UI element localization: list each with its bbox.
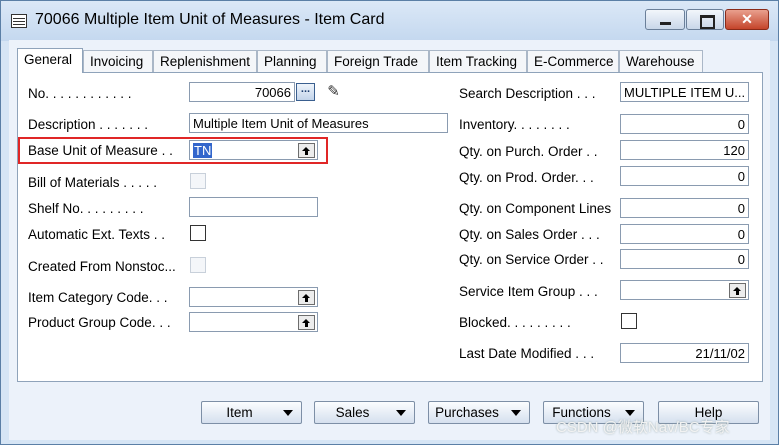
chevron-down-icon (283, 410, 293, 416)
description-label: Description . . . . . . . (28, 117, 149, 132)
purch-order-label: Qty. on Purch. Order . . (459, 144, 598, 159)
product-group-field[interactable] (189, 312, 318, 332)
item-button-label: Item (226, 405, 253, 420)
purch-order-field[interactable]: 120 (620, 140, 749, 160)
product-group-label: Product Group Code. . . (28, 315, 171, 330)
form-icon (11, 14, 27, 28)
purchases-menu-button[interactable]: Purchases (428, 401, 530, 424)
tab-e-commerce[interactable]: E-Commerce (527, 50, 619, 72)
tab-replenishment[interactable]: Replenishment (153, 50, 257, 72)
base-uom-label: Base Unit of Measure . . (28, 143, 173, 158)
service-item-group-label: Service Item Group . . . (459, 284, 598, 299)
prod-order-label: Qty. on Prod. Order. . . (459, 170, 594, 185)
blocked-checkbox[interactable] (621, 313, 637, 329)
tab-planning[interactable]: Planning (257, 50, 327, 72)
chevron-down-icon (396, 410, 406, 416)
auto-ext-checkbox[interactable] (190, 225, 206, 241)
search-description-label: Search Description . . . (459, 86, 596, 101)
component-lines-label: Qty. on Component Lines (459, 201, 612, 216)
item-category-field[interactable] (189, 287, 318, 307)
shelf-label: Shelf No. . . . . . . . . (28, 201, 144, 216)
created-from-label: Created From Nonstoc... (28, 259, 176, 274)
window-title: 70066 Multiple Item Unit of Measures - I… (35, 11, 385, 28)
lookup-arrow-icon[interactable] (298, 143, 315, 158)
tab-item-tracking[interactable]: Item Tracking (429, 50, 527, 72)
tab-general[interactable]: General (17, 48, 83, 73)
last-modified-field[interactable]: 21/11/02 (620, 343, 749, 363)
sales-order-field[interactable]: 0 (620, 224, 749, 244)
minimize-button[interactable] (645, 9, 685, 30)
sales-order-label: Qty. on Sales Order . . . (459, 227, 600, 242)
pencil-icon[interactable]: ✎ (324, 82, 343, 102)
component-lines-field[interactable]: 0 (620, 198, 749, 218)
auto-ext-label: Automatic Ext. Texts . . (28, 227, 166, 242)
prod-order-field[interactable]: 0 (620, 166, 749, 186)
created-from-checkbox (190, 257, 206, 273)
lookup-arrow-icon[interactable] (298, 290, 315, 305)
tab-warehouse[interactable]: Warehouse (619, 50, 703, 72)
title-bar[interactable]: 70066 Multiple Item Unit of Measures - I… (1, 1, 778, 41)
sales-menu-button[interactable]: Sales (314, 401, 415, 424)
base-uom-value: TN (193, 143, 213, 158)
maximize-button[interactable] (686, 9, 724, 30)
tab-foreign-trade[interactable]: Foreign Trade (327, 50, 429, 72)
lookup-arrow-icon[interactable] (729, 283, 746, 298)
service-order-label: Qty. on Service Order . . (459, 252, 604, 267)
search-description-field[interactable]: MULTIPLE ITEM U... (620, 82, 749, 102)
tab-invoicing[interactable]: Invoicing (83, 50, 153, 72)
chevron-down-icon (511, 410, 521, 416)
no-label: No. . . . . . . . . . . . (28, 86, 132, 101)
bom-label: Bill of Materials . . . . . (28, 175, 158, 190)
service-order-field[interactable]: 0 (620, 249, 749, 269)
close-button[interactable] (725, 9, 769, 30)
item-menu-button[interactable]: Item (201, 401, 302, 424)
purchases-button-label: Purchases (435, 405, 499, 420)
lookup-arrow-icon[interactable] (298, 315, 315, 330)
base-uom-field[interactable]: TN (189, 140, 318, 160)
blocked-label: Blocked. . . . . . . . . (459, 315, 571, 330)
inventory-field[interactable]: 0 (620, 114, 749, 134)
sales-button-label: Sales (335, 405, 370, 420)
no-field[interactable]: 70066 (189, 82, 295, 102)
bom-checkbox (190, 173, 206, 189)
service-item-group-field[interactable] (620, 280, 749, 300)
shelf-field[interactable] (189, 197, 318, 217)
item-category-label: Item Category Code. . . (28, 290, 168, 305)
watermark-text: CSDN @微软Nav/BC专家 (556, 419, 730, 436)
no-assist-button[interactable]: ... (296, 83, 315, 101)
inventory-label: Inventory. . . . . . . . (459, 117, 570, 132)
last-modified-label: Last Date Modified . . . (459, 346, 595, 361)
description-field[interactable]: Multiple Item Unit of Measures (189, 113, 448, 133)
